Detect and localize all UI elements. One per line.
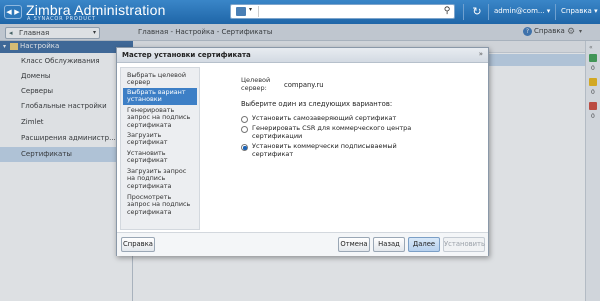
radio-self-signed[interactable]: [241, 116, 248, 123]
option-commercial-label: Установить коммерчески подписываемый сер…: [252, 142, 397, 158]
history-nav: ◀ ▶: [4, 5, 22, 19]
search-icon[interactable]: ⚲: [441, 6, 453, 17]
step-select-server[interactable]: Выбрать целевой сервер: [123, 71, 197, 88]
dialog-title-bar: Мастер установки сертификата »: [117, 48, 488, 63]
refresh-icon[interactable]: ↻: [470, 5, 484, 19]
step-view-csr[interactable]: Просмотреть запрос на подпись сертификат…: [123, 193, 197, 217]
app-subtitle: A SYNACOR PRODUCT: [27, 16, 96, 22]
top-header: ◀ ▶ Zimbra Administration A SYNACOR PROD…: [0, 0, 600, 24]
option-self-signed-label: Установить самозаверяющий сертификат: [252, 114, 397, 122]
dialog-footer: Справка Отмена Назад Далее Установить: [117, 232, 488, 256]
target-server-value: company.ru: [284, 81, 324, 89]
step-select-option[interactable]: Выбрать вариант установки: [123, 88, 197, 105]
user-name: admin@com...: [494, 7, 545, 15]
search-type-icon: [236, 7, 246, 16]
user-menu[interactable]: admin@com... ▾: [494, 7, 550, 15]
dialog-title: Мастер установки сертификата: [122, 51, 251, 59]
next-button[interactable]: Далее: [408, 237, 440, 252]
step-download-csr[interactable]: Загрузить запрос на подпись сертификата: [123, 167, 197, 191]
option-prompt: Выберите один из следующих вариантов:: [241, 100, 393, 108]
help-menu[interactable]: Справка ▾: [561, 7, 598, 15]
search-input[interactable]: ▾ ⚲: [230, 4, 455, 19]
divider: [555, 4, 556, 20]
help-label: Справка: [561, 7, 592, 15]
step-upload-certificate[interactable]: Загрузить сертификат: [123, 131, 197, 148]
divider: [463, 4, 464, 20]
radio-generate-csr[interactable]: [241, 126, 248, 133]
forward-arrow-icon[interactable]: ▶: [13, 6, 21, 18]
collapse-icon[interactable]: »: [479, 50, 483, 58]
chevron-down-icon: ▾: [594, 7, 598, 15]
wizard-content: Целевой сервер: company.ru Выберите один…: [206, 67, 486, 230]
step-install-certificate[interactable]: Установить сертификат: [123, 149, 197, 166]
cancel-button[interactable]: Отмена: [338, 237, 370, 252]
search-type-select[interactable]: ▾: [233, 6, 259, 17]
help-button[interactable]: Справка: [121, 237, 155, 252]
chevron-down-icon: ▾: [249, 6, 253, 13]
divider: [488, 4, 489, 20]
target-server-label: Целевой сервер:: [241, 76, 271, 92]
back-button[interactable]: Назад: [373, 237, 405, 252]
chevron-down-icon: ▾: [546, 7, 551, 15]
back-arrow-icon[interactable]: ◀: [5, 6, 13, 18]
radio-commercial[interactable]: [241, 144, 248, 151]
certificate-wizard-dialog: Мастер установки сертификата » Выбрать ц…: [116, 47, 489, 256]
step-generate-csr[interactable]: Генерировать запрос на подпись сертифика…: [123, 106, 197, 130]
install-button[interactable]: Установить: [443, 237, 485, 252]
option-generate-csr-label: Генерировать CSR для коммерческого центр…: [252, 124, 412, 140]
wizard-steps: Выбрать целевой сервер Выбрать вариант у…: [120, 67, 200, 230]
